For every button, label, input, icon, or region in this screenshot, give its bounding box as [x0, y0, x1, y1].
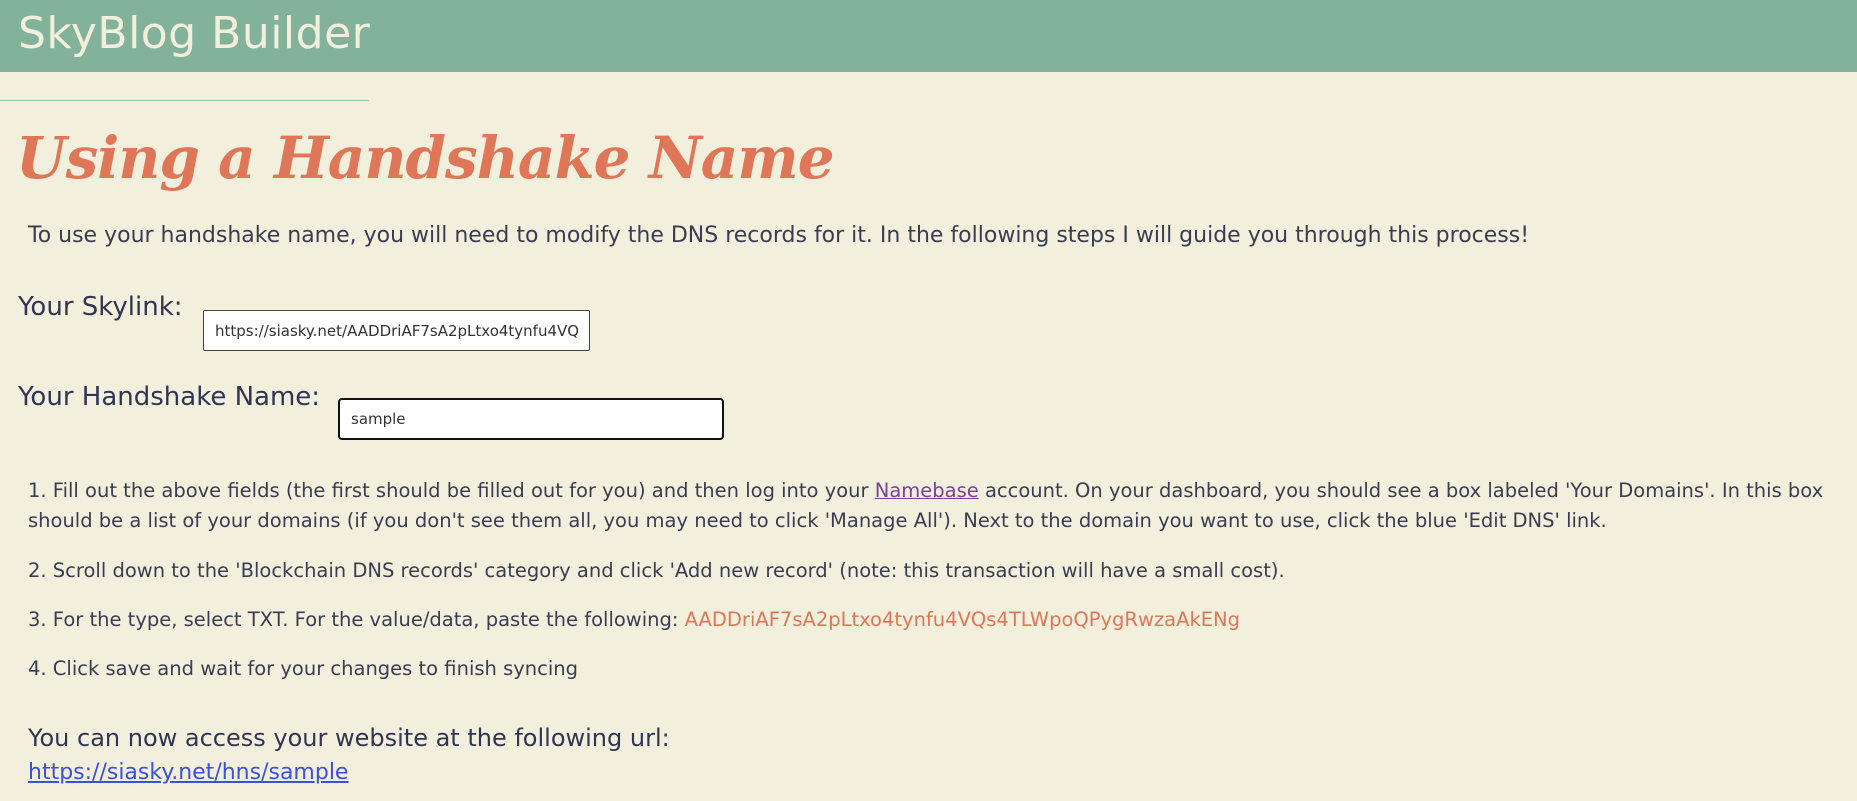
website-url-link[interactable]: https://siasky.net/hns/sample: [28, 760, 348, 785]
txt-record-value[interactable]: AADDriAF7sA2pLtxo4tynfu4VQs4TLWpoQPygRwz…: [685, 608, 1240, 631]
step-1-text-start: 1. Fill out the above fields (the first …: [28, 479, 875, 502]
skylink-input[interactable]: [203, 310, 590, 351]
app-title[interactable]: SkyBlog Builder: [18, 8, 370, 59]
access-heading: You can now access your website at the f…: [28, 724, 670, 752]
step-1: 1. Fill out the above fields (the first …: [28, 476, 1838, 536]
page-title: Using a Handshake Name: [16, 124, 835, 192]
step-3: 3. For the type, select TXT. For the val…: [28, 605, 1838, 635]
handshake-name-input[interactable]: [338, 398, 724, 440]
header-bar: SkyBlog Builder: [0, 0, 1857, 72]
divider: [0, 100, 369, 101]
skylink-label: Your Skylink:: [18, 292, 183, 322]
step-3-text: 3. For the type, select TXT. For the val…: [28, 608, 685, 631]
step-4: 4. Click save and wait for your changes …: [28, 657, 579, 680]
namebase-link[interactable]: Namebase: [875, 479, 979, 502]
intro-text: To use your handshake name, you will nee…: [28, 223, 1530, 248]
handshake-name-label: Your Handshake Name:: [18, 382, 321, 412]
step-2: 2. Scroll down to the 'Blockchain DNS re…: [28, 559, 1285, 582]
